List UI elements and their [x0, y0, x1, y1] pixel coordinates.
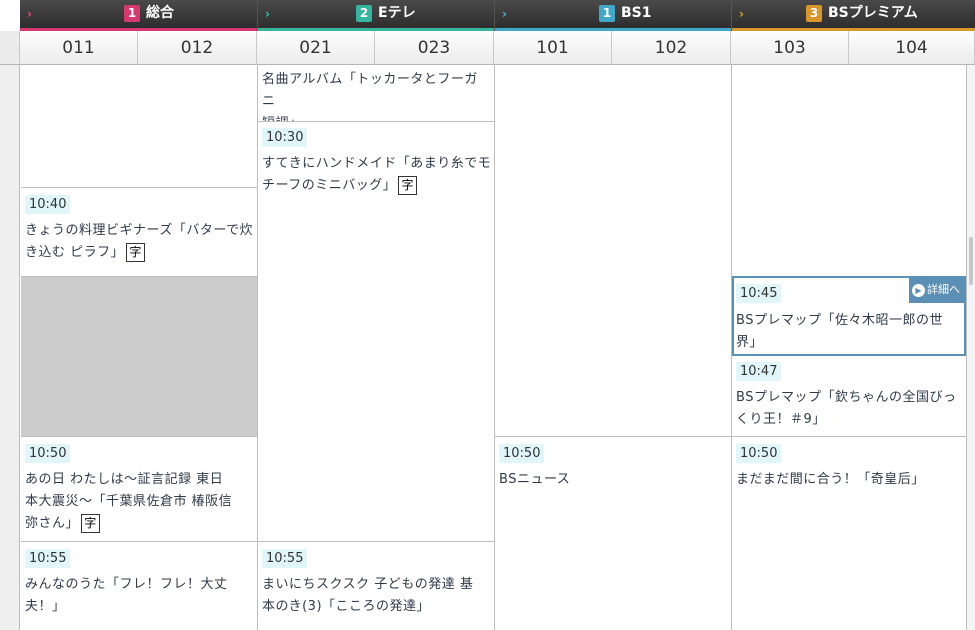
channel-number-badge: 2	[356, 5, 372, 22]
program-time: 10:50	[499, 444, 545, 463]
subchannel-103[interactable]: 103	[731, 31, 849, 65]
detail-button[interactable]: ▶ 詳細へ	[909, 277, 966, 303]
channel-name: 総合	[146, 5, 174, 21]
program-title: BSニュース	[499, 472, 571, 487]
program-title: まだまだ間に合う！「奇皇后」	[736, 472, 925, 487]
program-cell[interactable]: 10:50 あの日 わたしは〜証言記録 東日 本大震災〜「千葉県佐倉市 椿阪信 …	[21, 436, 257, 541]
program-time: 10:55	[25, 549, 71, 568]
program-time: 10:40	[25, 195, 71, 214]
program-time: 10:55	[262, 549, 308, 568]
left-margin	[0, 65, 20, 630]
subchannel-012[interactable]: 012	[138, 31, 257, 65]
scrollbar-track[interactable]	[967, 65, 975, 630]
program-title: あの日 わたしは〜証言記録 東日 本大震災〜「千葉県佐倉市 椿阪信 弥さん」字	[25, 472, 233, 533]
program-cell[interactable]: 10:47 BSプレマップ「欽ちゃんの全国びっ くり王！＃9」	[732, 356, 966, 436]
channel-number-badge: 3	[806, 5, 822, 22]
program-title: すてきにハンドメイド「あまり糸でモ チーフのミニバッグ」字	[262, 156, 492, 195]
channel-header-sogo[interactable]: › 1 総合	[20, 0, 257, 31]
subchannel-102[interactable]: 102	[612, 31, 731, 65]
chevron-right-icon: ›	[739, 7, 744, 21]
subchannel-104[interactable]: 104	[849, 31, 975, 65]
channel-name: BS1	[621, 5, 652, 21]
program-title: BSプレマップ「欽ちゃんの全国びっ くり王！＃9」	[736, 390, 957, 427]
channel-header-bspremium[interactable]: › 3 BSプレミアム	[731, 0, 975, 31]
program-title: BSプレマップ「佐々木昭一郎の世 界」	[736, 313, 943, 350]
subtitle-badge: 字	[81, 514, 101, 533]
program-cell[interactable]: 10:40 きょうの料理ビギナーズ「バターで炊 き込む ピラフ」字	[21, 187, 257, 276]
channel-header-etele[interactable]: › 2 Eテレ	[257, 0, 494, 31]
play-icon: ▶	[912, 283, 925, 297]
program-cell[interactable]: 10:30 すてきにハンドメイド「あまり糸でモ チーフのミニバッグ」字	[258, 121, 494, 541]
channel-number-badge: 1	[599, 5, 615, 22]
program-time: 10:45	[736, 284, 782, 303]
program-cell[interactable]: 10:55 まいにちスクスク 子どもの発達 基 本のき(3)「こころの発達」	[258, 541, 494, 630]
program-cell[interactable]: 10:50 まだまだ間に合う！「奇皇后」	[732, 436, 966, 630]
channel-name: BSプレミアム	[828, 5, 918, 21]
program-time: 10:50	[25, 444, 71, 463]
subchannel-021[interactable]: 021	[257, 31, 375, 65]
subchannel-left-margin	[0, 31, 20, 65]
subchannel-011[interactable]: 011	[20, 31, 138, 65]
subchannel-023[interactable]: 023	[375, 31, 494, 65]
schedule-gap	[21, 276, 257, 436]
subtitle-badge: 字	[398, 176, 418, 195]
channel-name: Eテレ	[378, 5, 416, 21]
scrollbar-thumb[interactable]	[969, 237, 973, 285]
program-time: 10:47	[736, 362, 782, 381]
subtitle-badge: 字	[126, 243, 146, 262]
chevron-right-icon: ›	[27, 7, 32, 21]
program-cell[interactable]: 10:50 BSニュース	[495, 436, 731, 630]
program-title: きょうの料理ビギナーズ「バターで炊 き込む ピラフ」字	[25, 223, 254, 262]
channel-number-badge: 1	[124, 5, 140, 22]
subchannel-101[interactable]: 101	[494, 31, 612, 65]
chevron-right-icon: ›	[265, 7, 270, 21]
program-title: まいにちスクスク 子どもの発達 基 本のき(3)「こころの発達」	[262, 577, 474, 614]
channel-header-bs1[interactable]: › 1 BS1	[494, 0, 731, 31]
chevron-right-icon: ›	[502, 7, 507, 21]
program-cell[interactable]: 10:55 みんなのうた「フレ！フレ！大丈 夫！」	[21, 541, 257, 630]
program-time: 10:50	[736, 444, 782, 463]
program-title: みんなのうた「フレ！フレ！大丈 夫！」	[25, 577, 228, 614]
program-cell[interactable]: 名曲アルバム「トッカータとフーガ ニ 短調」	[258, 65, 494, 131]
program-time: 10:30	[262, 128, 308, 147]
